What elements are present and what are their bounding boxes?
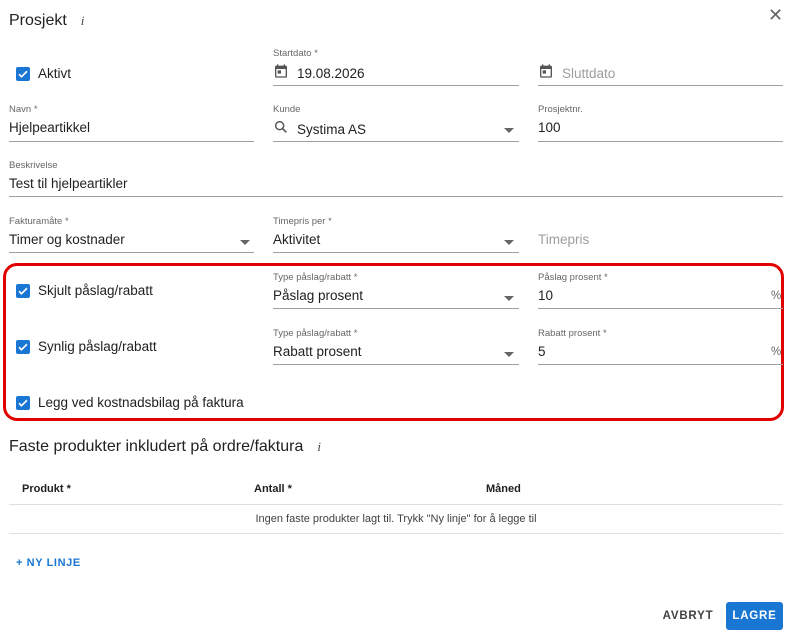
checkbox-checked-icon xyxy=(16,395,30,410)
billing-method-underline xyxy=(9,252,254,253)
save-button[interactable]: LAGRE xyxy=(726,602,783,630)
visible-markup-checkbox[interactable]: Synlig påslag/rabatt xyxy=(16,339,157,354)
table-header-divider xyxy=(9,504,783,505)
chevron-down-icon[interactable] xyxy=(504,352,514,357)
markup-percent-input[interactable]: 10 xyxy=(538,288,553,303)
dialog-title: Prosjekt i xyxy=(9,12,84,30)
end-date-underline xyxy=(538,85,783,86)
end-date-field[interactable]: Sluttdato xyxy=(538,63,615,84)
visible-markup-label: Synlig påslag/rabatt xyxy=(38,339,157,354)
hourly-rate-per-label: Timepris per * xyxy=(273,216,332,227)
markup-percent-underline xyxy=(538,308,783,309)
chevron-down-icon[interactable] xyxy=(504,296,514,301)
chevron-down-icon[interactable] xyxy=(504,240,514,245)
discount-type-underline xyxy=(273,364,519,365)
hourly-rate-per-select[interactable]: Aktivitet xyxy=(273,232,320,247)
billing-method-label: Fakturamåte * xyxy=(9,216,69,227)
markup-type-underline xyxy=(273,308,519,309)
project-number-underline xyxy=(538,141,783,142)
customer-select[interactable]: Systima AS xyxy=(273,119,366,140)
start-date-value: 19.08.2026 xyxy=(297,66,365,81)
calendar-icon[interactable] xyxy=(273,63,289,84)
project-number-label: Prosjektnr. xyxy=(538,104,583,115)
cancel-button[interactable]: AVBRYT xyxy=(656,603,720,629)
info-icon[interactable]: i xyxy=(317,439,321,455)
close-icon[interactable]: ✕ xyxy=(768,6,783,24)
customer-value: Systima AS xyxy=(297,122,367,137)
search-icon xyxy=(273,119,289,140)
table-bottom-divider xyxy=(9,533,783,534)
customer-label: Kunde xyxy=(273,104,301,115)
percent-suffix: % xyxy=(771,290,782,302)
discount-type-select[interactable]: Rabatt prosent xyxy=(273,344,362,359)
attach-expense-checkbox[interactable]: Legg ved kostnadsbilag på faktura xyxy=(16,395,244,410)
description-label: Beskrivelse xyxy=(9,160,58,171)
markup-percent-label: Påslag prosent * xyxy=(538,272,608,283)
dialog-title-text: Prosjekt xyxy=(9,12,67,29)
checkbox-checked-icon xyxy=(16,283,30,298)
name-input[interactable]: Hjelpeartikkel xyxy=(9,120,90,135)
name-label: Navn * xyxy=(9,104,38,115)
empty-table-message: Ingen faste produkter lagt til. Trykk "N… xyxy=(255,513,537,525)
markup-type-select[interactable]: Påslag prosent xyxy=(273,288,363,303)
description-input[interactable]: Test til hjelpeartikler xyxy=(9,176,128,191)
checkbox-checked-icon xyxy=(16,339,30,354)
active-checkbox[interactable]: Aktivt xyxy=(16,66,71,81)
new-line-button[interactable]: + NY LINJE xyxy=(16,557,81,569)
start-date-label: Startdato * xyxy=(273,48,318,59)
percent-suffix: % xyxy=(771,346,782,358)
discount-percent-input[interactable]: 5 xyxy=(538,344,546,359)
name-underline xyxy=(9,141,254,142)
discount-type-label: Type påslag/rabatt * xyxy=(273,328,358,339)
checkbox-checked-icon xyxy=(16,66,30,81)
markup-type-label: Type påslag/rabatt * xyxy=(273,272,358,283)
chevron-down-icon[interactable] xyxy=(240,240,250,245)
hidden-markup-label: Skjult påslag/rabatt xyxy=(38,283,153,298)
start-date-underline xyxy=(273,85,519,86)
chevron-down-icon[interactable] xyxy=(504,128,514,133)
billing-method-select[interactable]: Timer og kostnader xyxy=(9,232,125,247)
start-date-field[interactable]: 19.08.2026 xyxy=(273,63,365,84)
customer-underline xyxy=(273,141,519,142)
discount-percent-underline xyxy=(538,364,783,365)
calendar-icon[interactable] xyxy=(538,63,554,84)
products-section-title: Faste produkter inkludert på ordre/faktu… xyxy=(9,438,321,456)
discount-percent-label: Rabatt prosent * xyxy=(538,328,607,339)
products-title-text: Faste produkter inkludert på ordre/faktu… xyxy=(9,438,304,455)
hourly-rate-input[interactable]: Timepris xyxy=(538,232,589,247)
project-number-input[interactable]: 100 xyxy=(538,120,561,135)
hidden-markup-checkbox[interactable]: Skjult påslag/rabatt xyxy=(16,283,153,298)
column-header-product[interactable]: Produkt * xyxy=(22,483,71,495)
attach-expense-label: Legg ved kostnadsbilag på faktura xyxy=(38,395,244,410)
description-underline xyxy=(9,196,783,197)
column-header-month[interactable]: Måned xyxy=(486,483,521,495)
hourly-rate-per-underline xyxy=(273,252,519,253)
info-icon[interactable]: i xyxy=(81,13,85,29)
end-date-placeholder: Sluttdato xyxy=(562,66,616,81)
column-header-quantity[interactable]: Antall * xyxy=(254,483,292,495)
active-label: Aktivt xyxy=(38,66,72,81)
